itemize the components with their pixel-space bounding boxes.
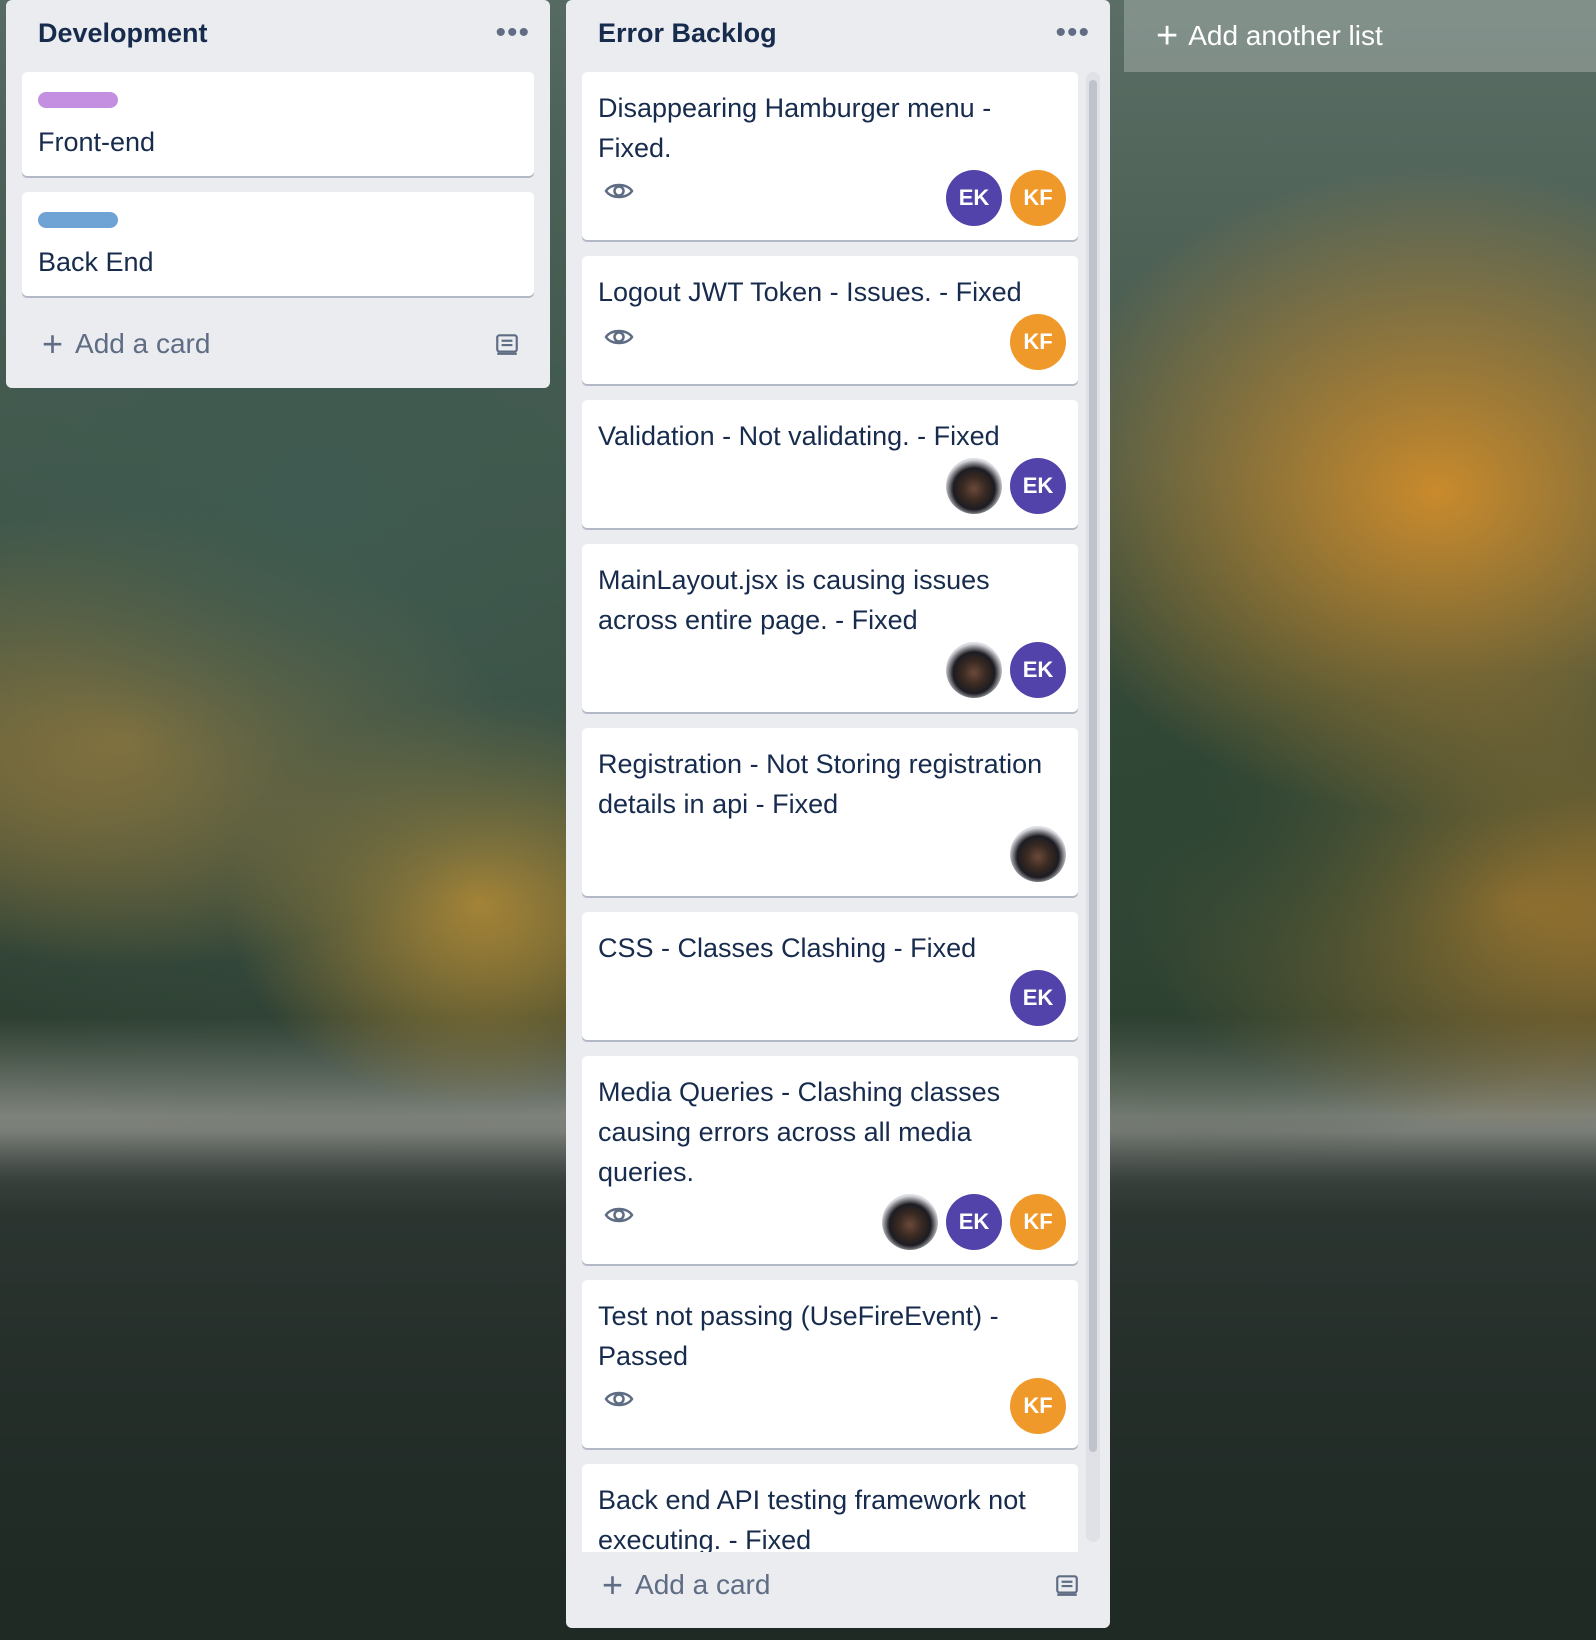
eye-icon xyxy=(604,1207,634,1223)
card[interactable]: MainLayout.jsx is causing issues across … xyxy=(582,544,1078,712)
card-members: EK xyxy=(946,458,1066,514)
list-development: Development ••• Front-end Back End + Add… xyxy=(6,0,550,388)
card[interactable]: Registration - Not Storing registration … xyxy=(582,728,1078,896)
card-title: Test not passing (UseFireEvent) - Passed xyxy=(598,1301,999,1371)
card[interactable]: Media Queries - Clashing classes causing… xyxy=(582,1056,1078,1264)
list-error-backlog: Error Backlog ••• Disappearing Hamburger… xyxy=(566,0,1110,1628)
avatar[interactable]: KF xyxy=(1010,1378,1066,1434)
list-header[interactable]: Development ••• xyxy=(6,0,550,66)
card-title: Validation - Not validating. - Fixed xyxy=(598,421,1000,451)
card-back-end[interactable]: Back End xyxy=(22,192,534,296)
card-title: Logout JWT Token - Issues. - Fixed xyxy=(598,277,1022,307)
card[interactable]: Disappearing Hamburger menu - Fixed. EK … xyxy=(582,72,1078,240)
add-card-button[interactable]: + Add a card xyxy=(6,311,550,377)
more-horizontal-icon[interactable]: ••• xyxy=(495,18,530,48)
card-title: Back end API testing framework not execu… xyxy=(598,1485,1026,1555)
avatar[interactable]: KF xyxy=(1010,314,1066,370)
plus-icon: + xyxy=(602,1564,624,1605)
card-template-icon[interactable] xyxy=(494,331,520,357)
plus-icon: + xyxy=(42,323,64,364)
card[interactable]: Validation - Not validating. - Fixed EK xyxy=(582,400,1078,528)
card-label[interactable] xyxy=(38,92,118,108)
card-label[interactable] xyxy=(38,212,118,228)
eye-icon xyxy=(604,183,634,199)
more-horizontal-icon[interactable]: ••• xyxy=(1055,18,1090,48)
eye-icon xyxy=(604,1391,634,1407)
avatar[interactable] xyxy=(946,458,1002,514)
card-title: Back End xyxy=(38,247,154,277)
card-title: Registration - Not Storing registration … xyxy=(598,749,1043,819)
card-title: Disappearing Hamburger menu - Fixed. xyxy=(598,93,992,163)
card[interactable]: Logout JWT Token - Issues. - Fixed KF xyxy=(582,256,1078,384)
card-members: EK KF xyxy=(882,1194,1066,1250)
card-members: KF xyxy=(1010,314,1066,370)
card-members: KF xyxy=(1010,1378,1066,1434)
card-members: EK KF xyxy=(946,170,1066,226)
avatar[interactable]: EK xyxy=(1010,642,1066,698)
add-card-button[interactable]: + Add a card xyxy=(566,1552,1110,1618)
list-title[interactable]: Error Backlog xyxy=(598,18,777,49)
avatar[interactable]: EK xyxy=(1010,458,1066,514)
card-title: Front-end xyxy=(38,127,156,157)
card[interactable]: CSS - Classes Clashing - Fixed EK xyxy=(582,912,1078,1040)
eye-icon xyxy=(604,329,634,345)
card-template-icon[interactable] xyxy=(1054,1572,1080,1598)
plus-icon: + xyxy=(1156,15,1179,57)
avatar[interactable] xyxy=(1010,826,1066,882)
add-list-label: Add another list xyxy=(1188,20,1383,51)
card-members xyxy=(1010,826,1066,882)
avatar[interactable]: EK xyxy=(1010,970,1066,1026)
list-header[interactable]: Error Backlog ••• xyxy=(566,0,1110,66)
avatar[interactable]: EK xyxy=(946,1194,1002,1250)
avatar[interactable]: EK xyxy=(946,170,1002,226)
avatar[interactable]: KF xyxy=(1010,170,1066,226)
add-card-label: Add a card xyxy=(75,328,211,359)
card-members: EK xyxy=(1010,970,1066,1026)
add-list-button[interactable]: + Add another list xyxy=(1124,0,1596,72)
card[interactable]: Test not passing (UseFireEvent) - Passed… xyxy=(582,1280,1078,1448)
card-members: EK xyxy=(946,642,1066,698)
card-title: MainLayout.jsx is causing issues across … xyxy=(598,565,990,635)
card-title: Media Queries - Clashing classes causing… xyxy=(598,1077,1001,1187)
avatar[interactable]: KF xyxy=(1010,1194,1066,1250)
card-front-end[interactable]: Front-end xyxy=(22,72,534,176)
list-scrollbar-thumb[interactable] xyxy=(1089,80,1097,1452)
card-title: CSS - Classes Clashing - Fixed xyxy=(598,933,977,963)
avatar[interactable] xyxy=(882,1194,938,1250)
add-card-label: Add a card xyxy=(635,1569,771,1600)
avatar[interactable] xyxy=(946,642,1002,698)
list-title[interactable]: Development xyxy=(38,18,208,49)
